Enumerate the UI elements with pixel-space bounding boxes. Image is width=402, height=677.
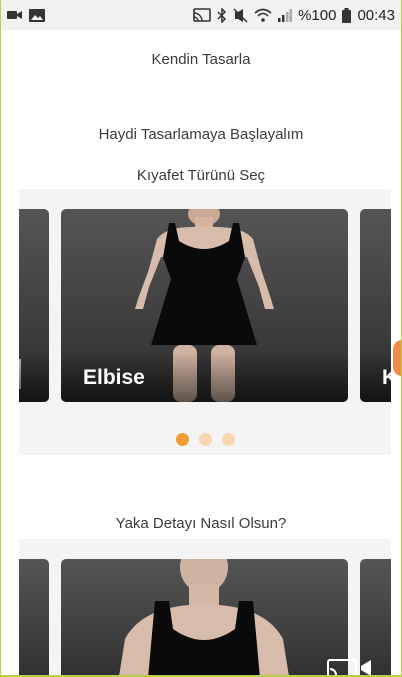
collar-card-previous[interactable] <box>19 559 49 675</box>
cast-icon <box>193 8 211 22</box>
garment-card-elbise[interactable]: Elbise <box>61 209 348 402</box>
wifi-icon <box>254 8 272 22</box>
garment-card-previous[interactable] <box>19 209 49 402</box>
clock: 00:43 <box>357 6 395 24</box>
pagination-dot[interactable] <box>199 433 212 446</box>
pagination-dot[interactable] <box>222 433 235 446</box>
status-bar-left <box>7 8 45 22</box>
image-icon <box>29 8 45 22</box>
mannequin-collar-image <box>119 559 289 675</box>
mute-icon <box>233 7 248 23</box>
video-camera-icon <box>7 9 23 21</box>
garment-card-next[interactable]: K <box>360 209 391 402</box>
status-bar: %100 00:43 <box>1 0 401 30</box>
status-bar-right: %100 00:43 <box>193 7 395 24</box>
page-title: Kendin Tasarla <box>151 51 251 68</box>
garment-card-label: Elbise <box>83 366 145 389</box>
garment-card-label: K <box>382 366 391 390</box>
carousel-pagination <box>176 433 235 446</box>
battery-percent: %100 <box>298 6 337 24</box>
bluetooth-icon <box>217 7 227 23</box>
collar-section-heading: Yaka Detayı Nasıl Olsun? <box>115 515 287 532</box>
card-shade <box>19 352 49 402</box>
pagination-dot-active[interactable] <box>176 433 189 446</box>
screen-cast-icon[interactable] <box>327 656 375 675</box>
page-subtitle: Haydi Tasarlamaya Başlayalım <box>98 126 304 143</box>
garment-section-heading: Kıyafet Türünü Seç <box>136 167 266 184</box>
app-frame: %100 00:43 Kendin Tasarla Haydi Tasarlam… <box>0 0 402 677</box>
garment-carousel[interactable]: Elbise K <box>19 189 391 455</box>
signal-icon <box>278 8 293 22</box>
floating-action-button[interactable] <box>393 340 401 376</box>
collar-card-main[interactable] <box>61 559 348 675</box>
battery-icon <box>342 7 352 23</box>
